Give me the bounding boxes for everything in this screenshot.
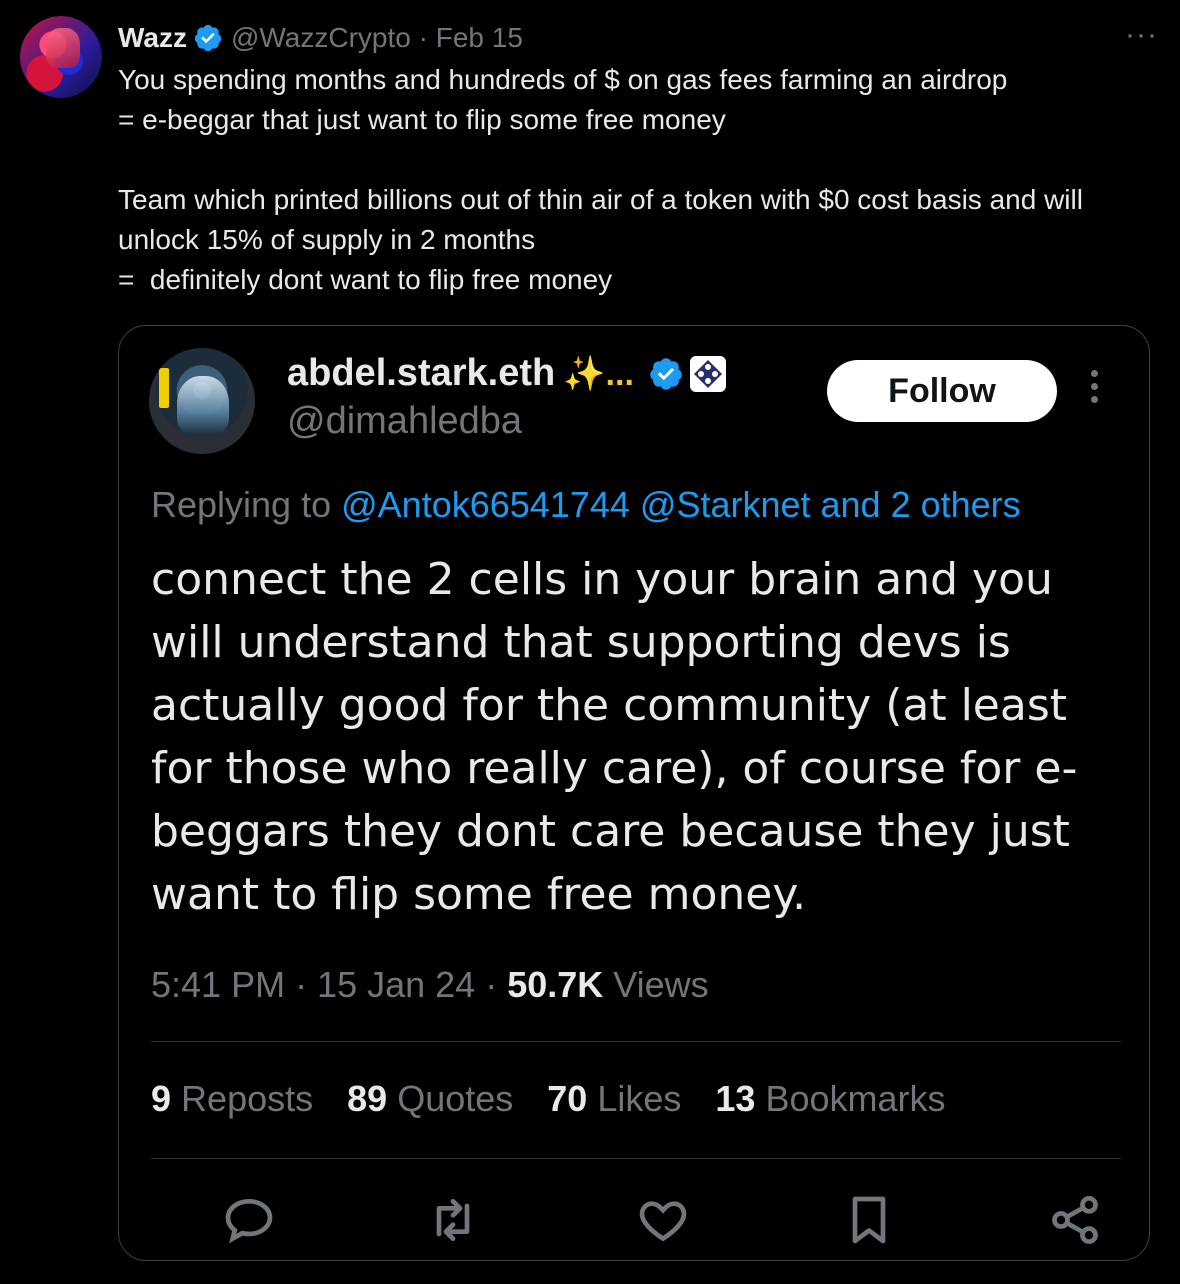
avatar-figure — [46, 28, 80, 68]
divider — [151, 1041, 1121, 1042]
quoted-tweet-text: connect the 2 cells in your brain and yo… — [151, 554, 1078, 920]
tweet-header: Wazz @WazzCrypto · Feb 15 — [118, 18, 523, 58]
quoted-tweet-card[interactable]: abdel.stark.eth ✨... @dimahledba Follow … — [118, 325, 1150, 1261]
avatar-figure — [177, 376, 229, 436]
action-bar — [151, 1192, 1131, 1252]
engagement-stats: 9 Reposts 89 Quotes 70 Likes 13 Bookmark… — [151, 1078, 946, 1120]
stat-bookmarks[interactable]: 13 Bookmarks — [715, 1078, 945, 1120]
bookmark-icon[interactable] — [841, 1192, 897, 1248]
replying-to-links[interactable]: @Antok66541744 @Starknet and 2 others — [341, 484, 1021, 525]
share-icon[interactable] — [1047, 1192, 1103, 1248]
more-options-icon[interactable]: ··· — [1125, 18, 1158, 52]
quoted-author-avatar[interactable] — [149, 348, 255, 454]
more-options-icon[interactable] — [1091, 370, 1101, 410]
reply-icon[interactable] — [221, 1192, 277, 1248]
verified-badge-icon — [194, 24, 222, 52]
avatar-tag — [159, 368, 169, 408]
views-label: Views — [613, 964, 709, 1005]
tweet-meta: 5:41 PM · 15 Jan 24 · 50.7K Views — [151, 964, 709, 1006]
divider — [151, 1158, 1121, 1159]
quoted-author-name-row: abdel.stark.eth ✨... — [287, 352, 726, 395]
stat-quotes[interactable]: 89 Quotes — [347, 1078, 513, 1120]
stat-likes[interactable]: 70 Likes — [547, 1078, 681, 1120]
replying-prefix: Replying to — [151, 484, 332, 525]
follow-button[interactable]: Follow — [827, 360, 1057, 422]
views-count: 50.7K — [507, 964, 604, 1005]
separator-dot: · — [418, 22, 428, 53]
author-avatar[interactable] — [20, 16, 102, 98]
replying-to: Replying to @Antok66541744 @Starknet and… — [151, 484, 1021, 526]
stat-reposts[interactable]: 9 Reposts — [151, 1078, 313, 1120]
name-suffix: ✨... — [563, 354, 634, 393]
like-icon[interactable] — [635, 1192, 691, 1248]
author-display-name[interactable]: Wazz — [118, 22, 187, 54]
tweet-date[interactable]: Feb 15 — [436, 22, 523, 54]
verified-badge-icon — [650, 357, 682, 390]
quoted-author-handle[interactable]: @dimahledba — [287, 400, 522, 443]
quoted-author-display-name[interactable]: abdel.stark.eth — [287, 352, 555, 395]
affiliation-badge-icon[interactable] — [689, 355, 726, 392]
tweet-text: You spending months and hundreds of $ on… — [118, 64, 1083, 295]
author-handle[interactable]: @WazzCrypto — [231, 22, 411, 54]
repost-icon[interactable] — [425, 1192, 481, 1248]
tweet: Wazz @WazzCrypto · Feb 15 ··· You spendi… — [0, 0, 1180, 1284]
timestamp[interactable]: 5:41 PM · 15 Jan 24 · — [151, 964, 507, 1005]
